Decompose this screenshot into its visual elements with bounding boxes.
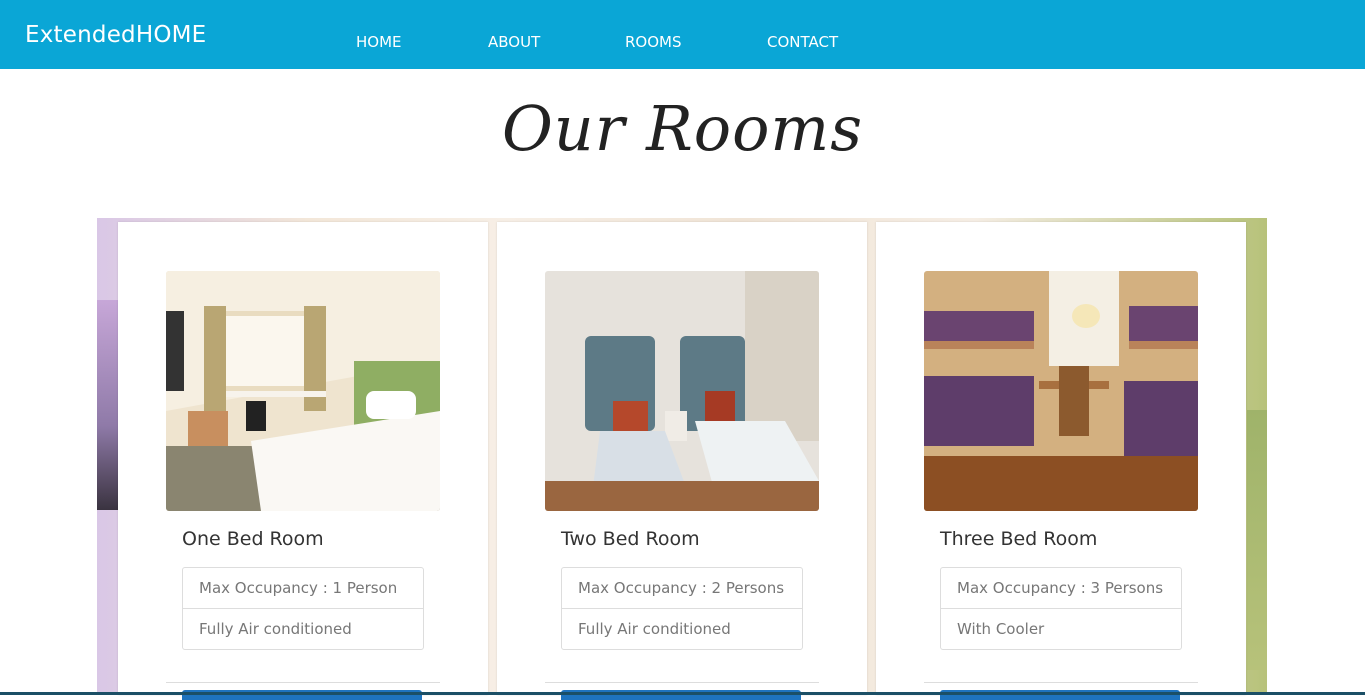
background-left-accent: [97, 300, 119, 510]
nav-contact[interactable]: CONTACT: [767, 33, 838, 51]
room-card-two-bed: Two Bed Room Max Occupancy : 2 Persons F…: [497, 222, 867, 700]
room-photo-one-bed: [166, 271, 440, 511]
room-occupancy: Max Occupancy : 1 Person: [183, 568, 423, 609]
top-navbar: ExtendedHOME HOME ABOUT ROOMS CONTACT: [0, 0, 1365, 69]
room-card-three-bed: Three Bed Room Max Occupancy : 3 Persons…: [876, 222, 1246, 700]
room-feature: With Cooler: [957, 620, 1045, 638]
nav-home[interactable]: HOME: [356, 33, 402, 51]
room-title: One Bed Room: [182, 528, 324, 550]
room-photo-three-bed: [924, 271, 1198, 511]
room-photo-two-bed: [545, 271, 819, 511]
room-feature: Fully Air conditioned: [199, 620, 352, 638]
room-title: Two Bed Room: [561, 528, 700, 550]
room-details-list: Max Occupancy : 1 Person Fully Air condi…: [182, 567, 424, 650]
room-details-list: Max Occupancy : 2 Persons Fully Air cond…: [561, 567, 803, 650]
room-card-one-bed: One Bed Room Max Occupancy : 1 Person Fu…: [118, 222, 488, 700]
brand-logo-text[interactable]: ExtendedHOME: [25, 22, 206, 48]
nav-about[interactable]: ABOUT: [488, 33, 540, 51]
room-occupancy: Max Occupancy : 2 Persons: [562, 568, 802, 609]
room-details-list: Max Occupancy : 3 Persons With Cooler: [940, 567, 1182, 650]
nav-rooms[interactable]: ROOMS: [625, 33, 682, 51]
background-right-accent: [1247, 410, 1267, 670]
room-feature: Fully Air conditioned: [578, 620, 731, 638]
room-occupancy: Max Occupancy : 3 Persons: [941, 568, 1181, 609]
card-divider: [545, 682, 819, 683]
room-title: Three Bed Room: [940, 528, 1098, 550]
card-divider: [166, 682, 440, 683]
page-title: Our Rooms: [501, 92, 864, 165]
card-divider: [924, 682, 1198, 683]
